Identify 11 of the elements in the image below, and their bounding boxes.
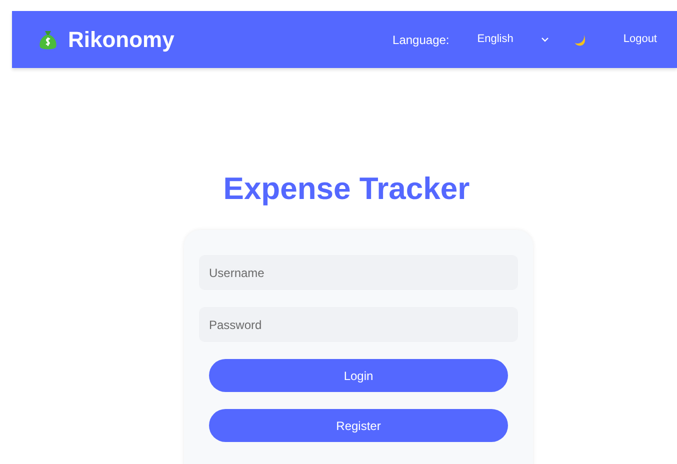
chevron-down-icon <box>541 37 550 42</box>
brand-name[interactable]: Rikonomy <box>68 23 174 56</box>
money-bag-icon <box>38 28 58 50</box>
language-select[interactable]: English <box>477 31 550 48</box>
login-button[interactable]: Login <box>209 359 508 392</box>
username-field[interactable]: Username <box>199 255 518 290</box>
language-label: Language: <box>392 32 450 48</box>
logout-button[interactable]: Logout <box>623 31 657 48</box>
password-field[interactable]: Password <box>199 307 518 342</box>
page-title: Expense Tracker <box>223 173 470 204</box>
register-button[interactable]: Register <box>209 409 508 442</box>
